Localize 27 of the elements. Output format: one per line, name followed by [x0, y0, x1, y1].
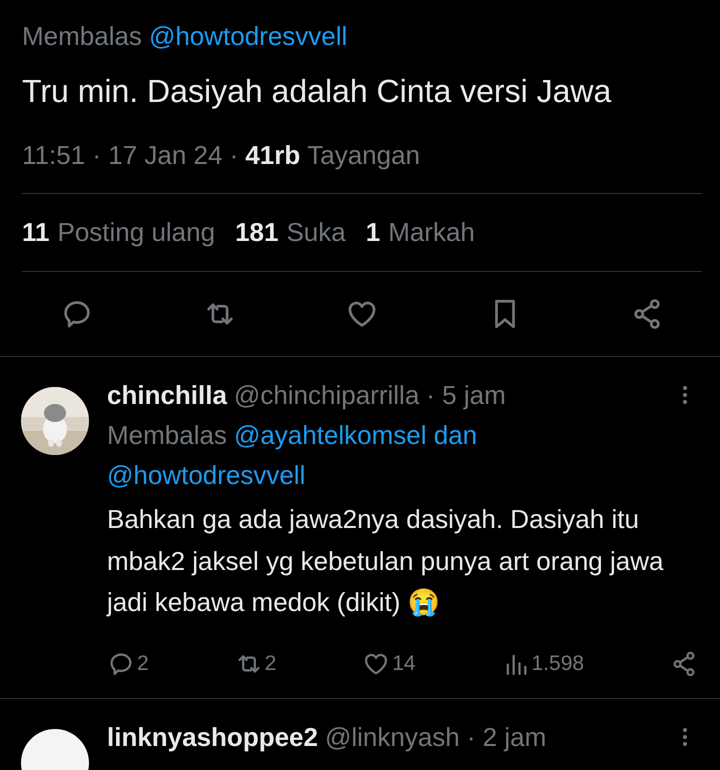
post-time: · 5 jam: [426, 379, 506, 412]
replying-to-label: Membalas: [22, 20, 142, 53]
replying-to-label: Membalas: [107, 419, 227, 452]
post-time: · 2 jam: [466, 720, 546, 754]
view-count: 41rb: [245, 140, 300, 170]
username: @linknyash: [324, 720, 460, 754]
stat-count: 181: [235, 217, 278, 248]
stat-count: 11: [22, 217, 50, 248]
mention-link[interactable]: @ayahtelkomsel dan: [234, 415, 478, 455]
action-count: 2: [264, 652, 276, 676]
username: @chinchiparrilla: [234, 379, 420, 412]
timestamp: 11:51 · 17 Jan 24 ·: [22, 140, 238, 170]
stat-count: 1: [366, 217, 380, 248]
stat-label[interactable]: Suka: [286, 217, 346, 248]
stat-label[interactable]: Markah: [388, 217, 475, 248]
views-label: Tayangan: [307, 140, 420, 170]
reply-text: Bahkan ga ada jawa2nya dasiyah. Dasiyah itu mbak2 jaksel yg kebetulan punya art orang jawa jadi kebawa medok (dikit) 😭: [107, 503, 664, 619]
mention-link[interactable]: @howtodresvvell: [107, 455, 306, 495]
more-options-icon[interactable]: [682, 383, 688, 407]
stat-label[interactable]: Posting ulang: [58, 217, 216, 248]
display-name[interactable]: linknyashoppee2: [107, 716, 318, 756]
action-count: 1.598: [532, 652, 584, 676]
mention-link[interactable]: @howtodresvvell: [148, 16, 348, 56]
post-text: Tru min. Dasiyah adalah Cinta versi Jawa: [22, 72, 612, 111]
action-count: 2: [137, 652, 149, 676]
display-name[interactable]: chinchilla: [107, 375, 227, 415]
action-count: 14: [392, 652, 416, 676]
